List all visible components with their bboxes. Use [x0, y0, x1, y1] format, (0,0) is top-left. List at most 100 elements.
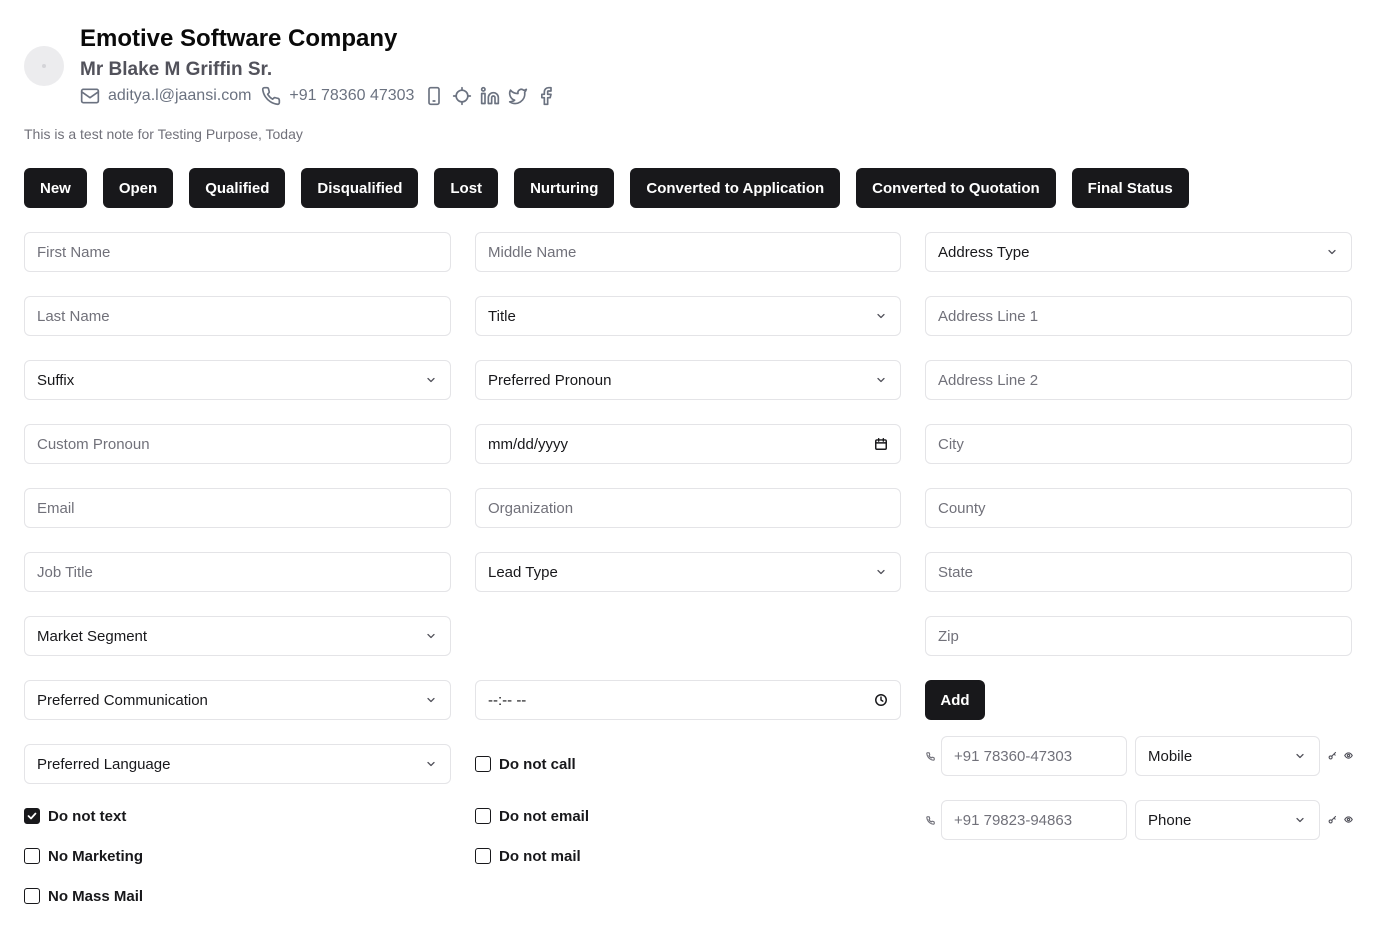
- city-input[interactable]: City: [925, 424, 1352, 464]
- do-not-email-label: Do not email: [499, 807, 590, 825]
- preferred-communication-value: Preferred Communication: [37, 691, 208, 709]
- do-not-call-label: Do not call: [499, 755, 576, 773]
- organization-input[interactable]: Organization: [475, 488, 901, 528]
- status-nurturing-button[interactable]: Nurturing: [514, 168, 615, 208]
- custom-pronoun-input[interactable]: Custom Pronoun: [24, 424, 451, 464]
- no-mass-mail-label: No Mass Mail: [48, 887, 144, 905]
- checkbox-box[interactable]: [475, 848, 491, 864]
- contact-phone[interactable]: +91 78360 47303: [289, 87, 414, 105]
- chevron-down-icon: [874, 373, 888, 387]
- status-qualified-button[interactable]: Qualified: [189, 168, 286, 208]
- preferred-pronoun-select[interactable]: Preferred Pronoun: [475, 360, 901, 400]
- first-name-input[interactable]: First Name: [24, 232, 451, 272]
- last-name-placeholder: Last Name: [37, 307, 110, 325]
- location-icon[interactable]: [452, 86, 472, 106]
- address-line-2-input[interactable]: Address Line 2: [925, 360, 1352, 400]
- contact-header: Emotive Software Company Mr Blake M Grif…: [24, 24, 724, 114]
- clock-icon[interactable]: [874, 693, 888, 707]
- status-open-button[interactable]: Open: [102, 168, 174, 208]
- contact-note: This is a test note for Testing Purpose,…: [24, 126, 303, 142]
- middle-name-placeholder: Middle Name: [488, 243, 577, 261]
- add-address-button[interactable]: Add: [925, 680, 985, 720]
- chevron-down-icon: [1325, 245, 1339, 259]
- do-not-email-checkbox[interactable]: Do not email: [475, 806, 589, 826]
- chevron-down-icon: [874, 309, 888, 323]
- do-not-text-checkbox[interactable]: Do not text: [24, 806, 126, 826]
- zip-input[interactable]: Zip: [925, 616, 1352, 656]
- chevron-down-icon: [1293, 749, 1307, 763]
- city-placeholder: City: [938, 435, 964, 453]
- checkbox-box[interactable]: [475, 808, 491, 824]
- phone-actions: [1327, 814, 1353, 824]
- date-input[interactable]: mm/dd/yyyy: [475, 424, 901, 464]
- phone-row: +91 78360-47303 Mobile: [925, 736, 1353, 776]
- eye-icon[interactable]: [1343, 750, 1353, 760]
- phone-type-value: Mobile: [1148, 747, 1193, 765]
- suffix-select[interactable]: Suffix: [24, 360, 451, 400]
- phone-number-input[interactable]: +91 79823-94863: [941, 800, 1127, 840]
- county-input[interactable]: County: [925, 488, 1352, 528]
- phone-type-select[interactable]: Mobile: [1135, 736, 1320, 776]
- address-line-1-input[interactable]: Address Line 1: [925, 296, 1352, 336]
- time-value: --:-- --: [488, 691, 527, 709]
- key-icon[interactable]: [1327, 814, 1337, 824]
- last-name-input[interactable]: Last Name: [24, 296, 451, 336]
- lead-type-select[interactable]: Lead Type: [475, 552, 901, 592]
- do-not-mail-checkbox[interactable]: Do not mail: [475, 846, 581, 866]
- chevron-down-icon: [424, 693, 438, 707]
- middle-name-input[interactable]: Middle Name: [475, 232, 901, 272]
- address-type-select[interactable]: Address Type: [925, 232, 1352, 272]
- contact-info-row: aditya.l@jaansi.com +91 78360 47303: [80, 84, 556, 108]
- person-name: Mr Blake M Griffin Sr.: [80, 59, 273, 80]
- chevron-down-icon: [1293, 813, 1307, 827]
- chevron-down-icon: [424, 629, 438, 643]
- chevron-down-icon: [874, 565, 888, 579]
- phone-actions: [1327, 750, 1353, 760]
- checkbox-box[interactable]: [24, 848, 40, 864]
- key-icon[interactable]: [1327, 750, 1337, 760]
- mail-icon[interactable]: [80, 86, 100, 106]
- checkbox-box-checked[interactable]: [24, 808, 40, 824]
- avatar: [24, 46, 64, 86]
- company-name: Emotive Software Company: [80, 25, 398, 52]
- phone-icon[interactable]: [261, 86, 281, 106]
- chevron-down-icon: [424, 757, 438, 771]
- status-converted-quotation-button[interactable]: Converted to Quotation: [856, 168, 1056, 208]
- status-final-button[interactable]: Final Status: [1071, 168, 1189, 208]
- phone-type-value: Phone: [1148, 811, 1192, 829]
- state-input[interactable]: State: [925, 552, 1352, 592]
- check-icon: [27, 812, 37, 820]
- preferred-language-select[interactable]: Preferred Language: [24, 744, 451, 784]
- phone-type-select[interactable]: Phone: [1135, 800, 1320, 840]
- status-disqualified-button[interactable]: Disqualified: [301, 168, 419, 208]
- facebook-icon[interactable]: [536, 86, 556, 106]
- checkbox-box[interactable]: [24, 888, 40, 904]
- title-select[interactable]: Title: [475, 296, 901, 336]
- linkedin-icon[interactable]: [480, 86, 500, 106]
- title-value: Title: [488, 307, 516, 325]
- no-marketing-checkbox[interactable]: No Marketing: [24, 846, 143, 866]
- calendar-icon[interactable]: [874, 437, 888, 451]
- eye-icon[interactable]: [1343, 814, 1353, 824]
- checkbox-box[interactable]: [475, 756, 491, 772]
- market-segment-select[interactable]: Market Segment: [24, 616, 451, 656]
- lead-type-value: Lead Type: [488, 563, 558, 581]
- phone-number-input[interactable]: +91 78360-47303: [941, 736, 1127, 776]
- status-new-button[interactable]: New: [24, 168, 87, 208]
- status-lost-button[interactable]: Lost: [434, 168, 499, 208]
- phone-number-value: +91 78360-47303: [954, 747, 1073, 765]
- time-input[interactable]: --:-- --: [475, 680, 901, 720]
- preferred-communication-select[interactable]: Preferred Communication: [24, 680, 451, 720]
- contact-email[interactable]: aditya.l@jaansi.com: [108, 87, 251, 105]
- do-not-mail-label: Do not mail: [499, 847, 581, 865]
- do-not-call-checkbox[interactable]: Do not call: [475, 754, 576, 774]
- job-title-input[interactable]: Job Title: [24, 552, 451, 592]
- no-mass-mail-checkbox[interactable]: No Mass Mail: [24, 886, 143, 906]
- market-segment-value: Market Segment: [37, 627, 148, 645]
- date-value: mm/dd/yyyy: [488, 435, 569, 453]
- mobile-icon[interactable]: [424, 86, 444, 106]
- custom-pronoun-placeholder: Custom Pronoun: [37, 435, 150, 453]
- status-converted-application-button[interactable]: Converted to Application: [630, 168, 841, 208]
- email-field[interactable]: Email: [24, 488, 451, 528]
- twitter-icon[interactable]: [508, 86, 528, 106]
